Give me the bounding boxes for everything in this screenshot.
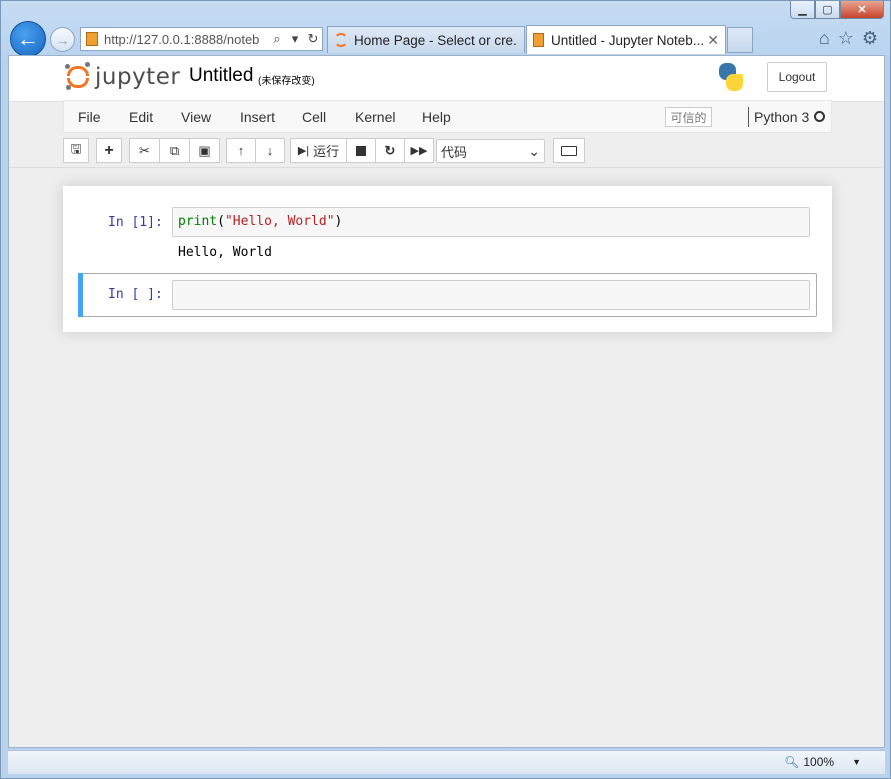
arrow-left-icon: ← xyxy=(17,26,39,51)
forward-button[interactable]: → xyxy=(50,27,75,52)
zoom-level: 100% xyxy=(803,755,835,769)
favorites-star-icon[interactable]: ☆ xyxy=(838,28,854,49)
arrow-right-icon: → xyxy=(55,31,70,48)
page-icon xyxy=(86,32,98,46)
maximize-button[interactable]: ▢ xyxy=(815,1,840,19)
cell-type-select[interactable]: 代码 ⌄ xyxy=(436,139,545,163)
arrow-up-icon: ↑ xyxy=(237,143,245,158)
cut-button[interactable]: ✂ xyxy=(129,138,160,163)
dropdown-arrow-icon[interactable]: ▾ xyxy=(286,31,304,47)
arrow-down-icon: ↓ xyxy=(266,143,274,158)
paste-icon: ▣ xyxy=(198,142,211,158)
tab-title: Home Page - Select or cre... xyxy=(354,32,518,48)
menu-file[interactable]: File xyxy=(78,109,101,125)
move-down-button[interactable]: ↓ xyxy=(255,138,285,163)
code-paren-close: ) xyxy=(334,214,343,229)
kernel-separator xyxy=(748,107,749,127)
code-keyword: print xyxy=(178,214,218,229)
save-button[interactable]: 🖫 xyxy=(63,138,89,163)
new-tab-button[interactable] xyxy=(727,27,753,53)
run-label: 运行 xyxy=(313,144,340,159)
jupyter-logo-icon xyxy=(65,62,90,90)
minimize-button[interactable]: ▁ xyxy=(790,1,815,19)
kernel-status-icon xyxy=(814,111,825,122)
jupyter-logo[interactable]: jupyter xyxy=(65,62,181,90)
code-input[interactable] xyxy=(172,280,810,310)
jupyter-favicon-icon xyxy=(334,33,348,47)
header-divider xyxy=(9,167,884,168)
command-palette-button[interactable] xyxy=(553,138,585,163)
zoom-control[interactable]: 🔍︎ 100% ▼ xyxy=(784,755,861,769)
menu-kernel[interactable]: Kernel xyxy=(355,109,395,125)
window-controls: ▁ ▢ ✕ xyxy=(790,1,884,19)
run-button[interactable]: ▶| 运行 xyxy=(290,138,347,163)
tab-home-page[interactable]: Home Page - Select or cre... xyxy=(327,26,525,53)
scissors-icon: ✂ xyxy=(139,142,150,158)
address-url[interactable]: http://127.0.0.1:8888/noteb xyxy=(104,32,268,47)
stop-icon xyxy=(356,145,366,156)
zoom-icon: 🔍︎ xyxy=(784,755,800,769)
step-forward-icon: ▶| xyxy=(297,145,310,157)
code-paren-open: ( xyxy=(217,214,225,229)
move-up-button[interactable]: ↑ xyxy=(226,138,256,163)
notebook-container: In [1]: print("Hello, World") Hello, Wor… xyxy=(63,186,832,332)
menu-cell[interactable]: Cell xyxy=(302,109,326,125)
notebook-favicon-icon xyxy=(533,33,544,47)
menu-view[interactable]: View xyxy=(181,109,211,125)
close-window-button[interactable]: ✕ xyxy=(840,1,884,19)
code-cell-2[interactable]: In [ ]: xyxy=(78,273,817,317)
insert-cell-button[interactable]: + xyxy=(96,138,122,163)
address-bar[interactable]: http://127.0.0.1:8888/noteb ⌕ ▾ ↻ xyxy=(80,27,323,51)
save-status: (未保存改变) xyxy=(258,76,315,87)
home-icon[interactable]: ⌂ xyxy=(819,28,830,49)
menu-edit[interactable]: Edit xyxy=(129,109,153,125)
chevron-down-icon: ▼ xyxy=(852,757,861,767)
browser-navbar: ← → http://127.0.0.1:8888/noteb ⌕ ▾ ↻ Ho… xyxy=(1,21,891,57)
code-input[interactable]: print("Hello, World") xyxy=(172,207,810,237)
tab-untitled[interactable]: Untitled - Jupyter Noteb... ✕ xyxy=(526,25,726,54)
menu-insert[interactable]: Insert xyxy=(240,109,275,125)
jupyter-header: jupyter Untitled (未保存改变) Logout xyxy=(9,56,884,102)
close-tab-icon[interactable]: ✕ xyxy=(707,32,719,49)
copy-icon: ⧉ xyxy=(169,142,180,158)
cell-output: Hello, World xyxy=(178,245,272,260)
restart-button[interactable]: ↻ xyxy=(375,138,405,163)
chevron-down-icon: ⌄ xyxy=(528,142,540,159)
menu-help[interactable]: Help xyxy=(422,109,451,125)
restart-run-all-button[interactable]: ▶▶ xyxy=(404,138,434,163)
menubar: File Edit View Insert Cell Kernel Help 可… xyxy=(63,100,832,133)
browser-tools: ⌂ ☆ ⚙ xyxy=(819,28,878,49)
notebook-toolbar: 🖫 + ✂ ⧉ ▣ ↑ ↓ ▶| 运行 ↻ ▶▶ 代码 ⌄ xyxy=(63,138,833,164)
back-button[interactable]: ← xyxy=(10,21,46,57)
browser-status-bar: 🔍︎ 100% ▼ xyxy=(8,750,885,774)
floppy-icon: 🖫 xyxy=(70,140,82,156)
python-logo-icon xyxy=(716,62,746,92)
cell-type-value: 代码 xyxy=(441,144,468,160)
paste-button[interactable]: ▣ xyxy=(189,138,220,163)
trusted-indicator[interactable]: 可信的 xyxy=(665,107,712,127)
jupyter-logo-text: jupyter xyxy=(95,64,181,90)
refresh-icon[interactable]: ↻ xyxy=(304,31,322,47)
notebook-title[interactable]: Untitled xyxy=(189,65,253,87)
browser-window: ▁ ▢ ✕ ← → http://127.0.0.1:8888/noteb ⌕ … xyxy=(0,0,891,779)
tab-title: Untitled - Jupyter Noteb... xyxy=(551,32,704,48)
refresh-icon: ↻ xyxy=(384,142,396,158)
plus-icon: + xyxy=(104,141,114,159)
input-prompt: In [1]: xyxy=(108,215,163,230)
search-icon[interactable]: ⌕ xyxy=(268,31,286,47)
input-prompt: In [ ]: xyxy=(108,287,163,302)
interrupt-button[interactable] xyxy=(346,138,376,163)
keyboard-icon xyxy=(561,145,577,156)
gear-icon[interactable]: ⚙ xyxy=(862,28,878,49)
kernel-name[interactable]: Python 3 xyxy=(754,109,809,125)
selected-cell-indicator xyxy=(78,273,83,317)
logout-button[interactable]: Logout xyxy=(767,62,827,92)
fast-forward-icon: ▶▶ xyxy=(410,145,428,157)
page-viewport: jupyter Untitled (未保存改变) Logout File Edi… xyxy=(8,55,885,748)
copy-button[interactable]: ⧉ xyxy=(159,138,190,163)
code-string: "Hello, World" xyxy=(224,214,335,229)
